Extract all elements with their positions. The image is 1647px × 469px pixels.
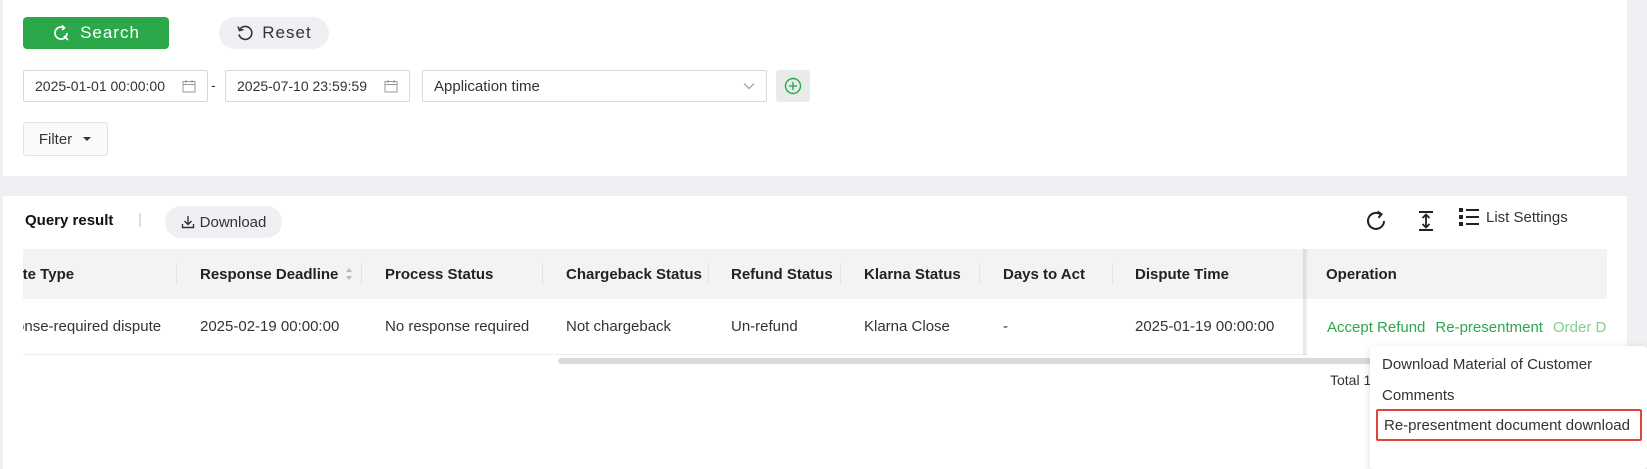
search-refresh-icon bbox=[54, 24, 69, 41]
list-icon bbox=[1459, 208, 1479, 226]
list-settings-label: List Settings bbox=[1486, 208, 1568, 226]
end-date-value: 2025-07-10 23:59:59 bbox=[237, 78, 367, 94]
plus-circle-icon bbox=[784, 77, 802, 95]
operation-header: Operation bbox=[1307, 249, 1607, 299]
row-height-icon[interactable] bbox=[1413, 208, 1439, 234]
calendar-icon bbox=[384, 80, 398, 93]
time-type-value: Application time bbox=[434, 77, 540, 95]
menu-item-re-presentment-download-label: Re-presentment document download bbox=[1384, 416, 1630, 434]
column-header-chargeback-status: Chargeback Status bbox=[566, 265, 702, 283]
column-header-refund-status: Refund Status bbox=[731, 265, 833, 283]
sort-icon[interactable] bbox=[345, 266, 353, 282]
column-header-dispute-time: Dispute Time bbox=[1135, 265, 1229, 283]
column-header-klarna-status: Klarna Status bbox=[864, 265, 961, 283]
column-divider bbox=[708, 263, 709, 285]
menu-item-re-presentment-download[interactable]: Re-presentment document download bbox=[1376, 409, 1642, 441]
cell-klarna-status: Klarna Close bbox=[864, 318, 950, 335]
cell-process-status: No response required bbox=[385, 318, 530, 335]
filter-button-label: Filter bbox=[38, 130, 73, 148]
column-divider bbox=[542, 263, 543, 285]
column-divider bbox=[979, 263, 980, 285]
column-divider bbox=[176, 263, 177, 285]
order-details-link[interactable]: Order Details bbox=[1553, 319, 1607, 336]
accept-refund-link[interactable]: Accept Refund bbox=[1327, 319, 1425, 336]
end-date-input[interactable]: 2025-07-10 23:59:59 bbox=[225, 70, 410, 102]
column-header-process-status: Process Status bbox=[385, 265, 494, 283]
re-presentment-link[interactable]: Re-presentment bbox=[1435, 319, 1543, 336]
reset-icon bbox=[237, 25, 253, 41]
list-settings-button[interactable]: List Settings bbox=[1458, 206, 1568, 228]
cell-dispute-type: Response-required dispute bbox=[23, 318, 162, 335]
add-condition-button[interactable] bbox=[776, 70, 810, 102]
operation-dropdown-menu: Download Material of Customer Comments R… bbox=[1370, 346, 1647, 469]
cell-response-deadline: 2025-02-19 00:00:00 bbox=[200, 318, 340, 335]
query-result-title: Query result bbox=[25, 212, 114, 229]
column-header-response-deadline: Response Deadline bbox=[200, 265, 339, 283]
calendar-icon bbox=[182, 80, 196, 93]
column-divider bbox=[1112, 263, 1113, 285]
refresh-icon[interactable] bbox=[1363, 208, 1389, 234]
cell-chargeback-status: Not chargeback bbox=[566, 318, 672, 335]
column-header-days-to-act: Days to Act bbox=[1003, 265, 1085, 283]
start-date-value: 2025-01-01 00:00:00 bbox=[35, 78, 165, 94]
search-panel: Search Reset 2025-01-01 00:00:00 - 2025-… bbox=[3, 0, 1627, 176]
reset-button[interactable]: Reset bbox=[219, 17, 329, 49]
date-separator: - bbox=[211, 77, 216, 93]
cell-dispute-time: 2025-01-19 00:00:00 bbox=[1135, 318, 1275, 335]
title-separator: | bbox=[138, 211, 142, 228]
reset-button-label: Reset bbox=[262, 23, 312, 42]
total-count: Total 1 bbox=[1330, 372, 1372, 388]
search-button[interactable]: Search bbox=[23, 17, 169, 49]
cell-days-to-act: - bbox=[1003, 318, 1008, 335]
chevron-down-icon bbox=[743, 83, 755, 90]
time-type-select[interactable]: Application time bbox=[422, 70, 767, 102]
menu-item-download-material[interactable]: Download Material of Customer bbox=[1382, 356, 1592, 373]
menu-item-comments[interactable]: Comments bbox=[1382, 387, 1455, 404]
search-button-label: Search bbox=[80, 23, 140, 42]
download-button[interactable]: Download bbox=[165, 206, 282, 238]
download-icon bbox=[181, 216, 194, 229]
column-header-operation: Operation bbox=[1326, 265, 1397, 283]
cell-refund-status: Un-refund bbox=[731, 318, 798, 335]
download-button-label: Download bbox=[199, 213, 267, 231]
start-date-input[interactable]: 2025-01-01 00:00:00 bbox=[23, 70, 208, 102]
column-header-dispute-type: Dispute Type bbox=[23, 265, 75, 283]
filter-button[interactable]: Filter bbox=[23, 122, 108, 156]
caret-down-icon bbox=[83, 137, 92, 141]
column-divider bbox=[361, 263, 362, 285]
column-divider bbox=[840, 263, 841, 285]
